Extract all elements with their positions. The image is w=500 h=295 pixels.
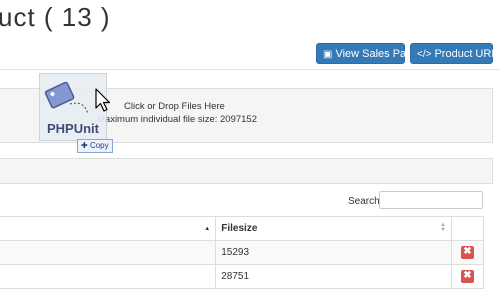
column-header-actions <box>451 216 484 241</box>
external-link-icon: ▣ <box>323 49 333 60</box>
file-name-cell <box>0 264 217 289</box>
view-sales-page-button[interactable]: ▣ View Sales Page <box>316 43 418 64</box>
mouse-pointer-icon <box>95 88 111 112</box>
table-bottom-border <box>0 288 484 289</box>
files-table: ▲ Filesize ▲ ▼ 15293 ✖ 28751 ✖ <box>0 216 484 289</box>
product-urls-button[interactable]: </> Product URLs <box>410 43 500 64</box>
dropzone-instruction: Click or Drop Files Here <box>124 101 225 112</box>
files-panel-heading <box>0 158 493 184</box>
search-label: Search: <box>348 196 383 207</box>
row-actions-cell: ✖ <box>451 240 484 265</box>
delete-button[interactable]: ✖ <box>461 270 474 283</box>
view-sales-page-label: View Sales Page <box>335 48 419 60</box>
table-header-row: ▲ Filesize ▲ ▼ <box>0 216 484 241</box>
column-header-filesize[interactable]: Filesize ▲ ▼ <box>215 216 453 241</box>
table-row: 28751 ✖ <box>0 264 484 289</box>
filesize-cell: 15293 <box>215 240 453 265</box>
copy-label: Copy <box>89 141 109 150</box>
sort-both-icon: ▲ ▼ <box>440 222 447 233</box>
code-icon: </> <box>417 49 432 60</box>
dragged-file-label: PHPUnit <box>47 121 100 136</box>
row-actions-cell: ✖ <box>451 264 484 289</box>
file-name-cell <box>0 240 217 265</box>
dropzone-size-limit: Maximum individual file size: 2097152 <box>97 114 257 125</box>
sort-ascending-icon: ▲ <box>204 226 211 232</box>
product-urls-label: Product URLs <box>434 48 500 60</box>
column-header-name[interactable]: ▲ <box>0 216 217 241</box>
table-row: 15293 ✖ <box>0 240 484 265</box>
filesize-cell: 28751 <box>215 264 453 289</box>
delete-icon: ✖ <box>463 246 472 257</box>
delete-button[interactable]: ✖ <box>461 246 474 259</box>
header-divider <box>0 69 500 70</box>
search-input[interactable] <box>379 191 483 209</box>
delete-icon: ✖ <box>463 270 472 281</box>
copy-drop-badge: ✚ Copy <box>77 139 113 153</box>
plus-icon: ✚ <box>81 141 88 150</box>
page-title: uct ( 13 ) <box>0 2 111 32</box>
